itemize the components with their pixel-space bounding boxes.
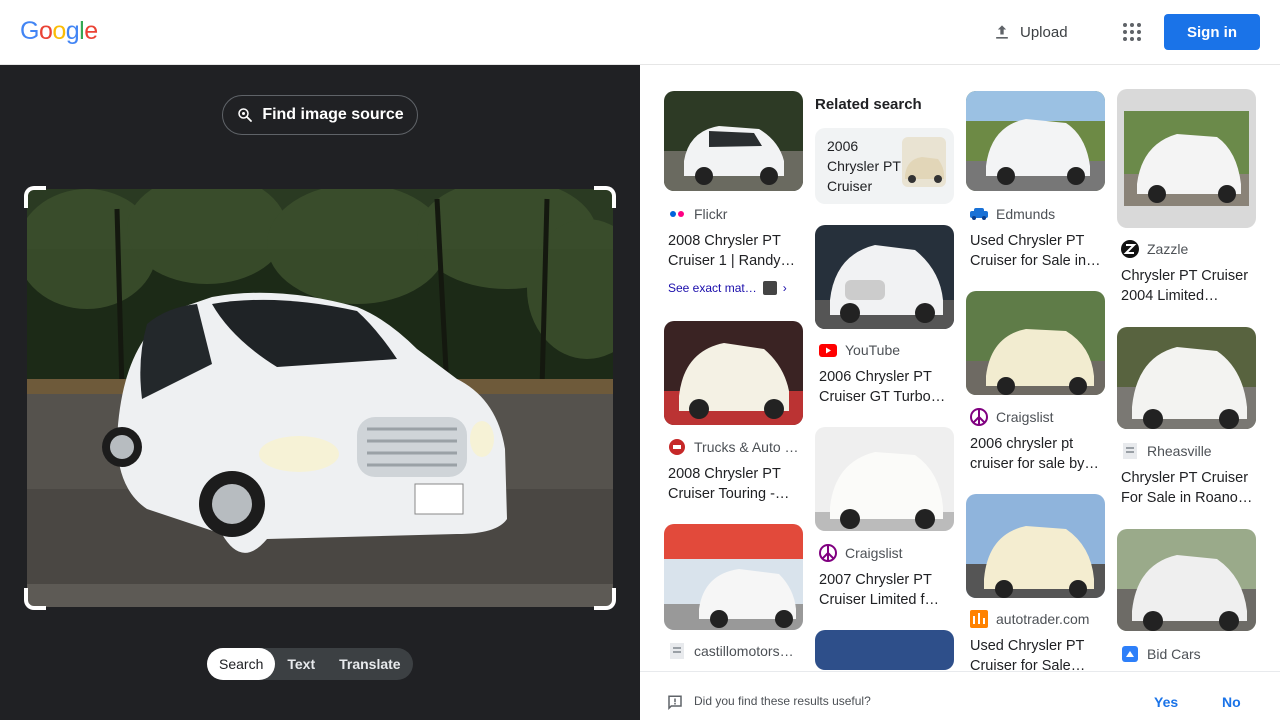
result-thumbnail[interactable] bbox=[664, 524, 803, 630]
crop-handle-top-right[interactable] bbox=[594, 186, 616, 208]
autotrader-icon bbox=[970, 610, 988, 628]
tab-translate[interactable]: Translate bbox=[327, 648, 412, 680]
related-search-query: 2006 Chrysler PT Cruiser bbox=[827, 138, 901, 194]
craigslist-icon bbox=[819, 544, 837, 562]
google-logo[interactable]: Google bbox=[20, 17, 98, 46]
craigslist-icon bbox=[970, 408, 988, 426]
apps-grid-icon[interactable] bbox=[1120, 20, 1144, 44]
feedback-yes-button[interactable]: Yes bbox=[1154, 694, 1178, 710]
result-title[interactable]: 2006 Chrysler PT Cruiser GT Turbo… bbox=[819, 367, 951, 407]
see-exact-matches-link[interactable]: See exact mat… › bbox=[668, 281, 800, 295]
crop-handle-bottom-left[interactable] bbox=[24, 588, 46, 610]
lens-panel: Find image source Search Text Translate bbox=[0, 65, 640, 720]
see-exact-matches-label: See exact mat… bbox=[668, 281, 757, 295]
related-search-card[interactable]: 2006 Chrysler PT Cruiser bbox=[815, 128, 954, 204]
visual-matches: Flickr 2008 Chrysler PT Cruiser 1 | Rand… bbox=[640, 65, 1280, 720]
result-source-label: Craigslist bbox=[845, 545, 903, 561]
result-title[interactable]: 2007 Chrysler PT Cruiser Limited f… bbox=[819, 570, 951, 610]
trucks-auto-icon bbox=[668, 438, 686, 456]
result-source[interactable]: Trucks & Auto … bbox=[668, 438, 799, 456]
result-source[interactable]: Craigslist bbox=[819, 544, 903, 562]
result-source-label: Edmunds bbox=[996, 206, 1056, 222]
crop-handle-bottom-right[interactable] bbox=[594, 588, 616, 610]
result-thumbnail[interactable] bbox=[966, 91, 1105, 191]
result-thumbnail[interactable] bbox=[815, 427, 954, 531]
tab-search[interactable]: Search bbox=[207, 648, 276, 680]
find-image-source-button[interactable]: Find image source bbox=[222, 95, 418, 135]
lens-search-icon bbox=[238, 108, 253, 122]
result-title[interactable]: Chrysler PT Cruiser 2004 Limited… bbox=[1121, 266, 1253, 306]
feedback-bar: Did you find these results useful? Yes N… bbox=[640, 671, 1280, 720]
bidcars-icon bbox=[1121, 645, 1139, 663]
result-source[interactable]: Edmunds bbox=[970, 205, 1055, 223]
lens-mode-tabs: Search Text Translate bbox=[207, 648, 413, 680]
youtube-icon bbox=[819, 341, 837, 359]
find-image-source-label: Find image source bbox=[262, 106, 404, 123]
result-source[interactable]: Craigslist bbox=[970, 408, 1054, 426]
result-source-label: autotrader.com bbox=[996, 611, 1090, 627]
result-source[interactable]: castillomotors… bbox=[668, 642, 794, 660]
upload-icon bbox=[996, 25, 1008, 39]
result-thumbnail[interactable] bbox=[815, 225, 954, 329]
result-source[interactable]: Rheasville bbox=[1121, 442, 1212, 460]
crop-handle-top-left[interactable] bbox=[24, 186, 46, 208]
related-search-heading: Related search bbox=[815, 96, 922, 113]
result-source-label: Flickr bbox=[694, 206, 728, 222]
result-source-label: castillomotors… bbox=[694, 643, 794, 659]
feedback-question: Did you find these results useful? bbox=[694, 694, 871, 708]
sign-in-button[interactable]: Sign in bbox=[1164, 14, 1260, 50]
result-thumbnail[interactable] bbox=[664, 321, 803, 425]
top-bar: Google Upload Sign in bbox=[0, 0, 1280, 65]
result-thumbnail[interactable] bbox=[1117, 89, 1256, 228]
edmunds-icon bbox=[970, 205, 988, 223]
result-title[interactable]: 2008 Chrysler PT Cruiser 1 | Randy… bbox=[668, 231, 800, 271]
result-source[interactable]: Bid Cars bbox=[1121, 645, 1201, 663]
result-title[interactable]: Chrysler PT Cruiser For Sale in Roano… bbox=[1121, 468, 1253, 508]
upload-button[interactable]: Upload bbox=[992, 20, 1068, 44]
logo-letter: o bbox=[52, 17, 66, 45]
feedback-no-button[interactable]: No bbox=[1222, 694, 1241, 710]
result-source[interactable]: autotrader.com bbox=[970, 610, 1089, 628]
result-source[interactable]: YouTube bbox=[819, 341, 900, 359]
result-thumbnail[interactable] bbox=[664, 91, 803, 191]
result-title[interactable]: 2008 Chrysler PT Cruiser Touring -… bbox=[668, 464, 800, 504]
logo-letter: o bbox=[38, 17, 53, 45]
feedback-icon bbox=[668, 695, 682, 711]
result-source[interactable]: Zazzle bbox=[1121, 240, 1188, 258]
result-title[interactable]: Used Chrysler PT Cruiser for Sale… bbox=[970, 636, 1102, 676]
query-image[interactable] bbox=[27, 189, 613, 607]
result-source-label: Bid Cars bbox=[1147, 646, 1201, 662]
result-thumbnail[interactable] bbox=[1117, 529, 1256, 631]
flickr-icon bbox=[668, 205, 686, 223]
result-source-label: Zazzle bbox=[1147, 241, 1189, 257]
upload-label: Upload bbox=[1020, 23, 1068, 41]
result-title[interactable]: 2006 chrysler pt cruiser for sale by… bbox=[970, 434, 1102, 474]
result-source-label: Rheasville bbox=[1147, 443, 1212, 459]
result-source-label: Trucks & Auto … bbox=[694, 439, 799, 455]
logo-letter: G bbox=[20, 17, 39, 45]
tab-text[interactable]: Text bbox=[275, 648, 327, 680]
result-thumbnail[interactable] bbox=[1117, 327, 1256, 429]
result-thumbnail[interactable] bbox=[966, 494, 1105, 598]
result-thumbnail[interactable] bbox=[966, 291, 1105, 395]
exact-match-thumb-icon bbox=[762, 281, 777, 295]
result-title[interactable]: Used Chrysler PT Cruiser for Sale in… bbox=[970, 231, 1102, 271]
result-source[interactable]: Flickr bbox=[668, 205, 727, 223]
logo-letter: e bbox=[84, 17, 98, 45]
castillo-icon bbox=[668, 642, 686, 660]
result-source-label: YouTube bbox=[845, 342, 901, 358]
zazzle-icon bbox=[1121, 240, 1139, 258]
result-source-label: Craigslist bbox=[996, 409, 1054, 425]
chevron-right-icon: › bbox=[782, 281, 787, 295]
logo-letter: g bbox=[65, 17, 80, 45]
related-search-thumb bbox=[902, 137, 946, 187]
result-thumbnail[interactable] bbox=[815, 630, 954, 670]
rheasville-icon bbox=[1121, 442, 1139, 460]
